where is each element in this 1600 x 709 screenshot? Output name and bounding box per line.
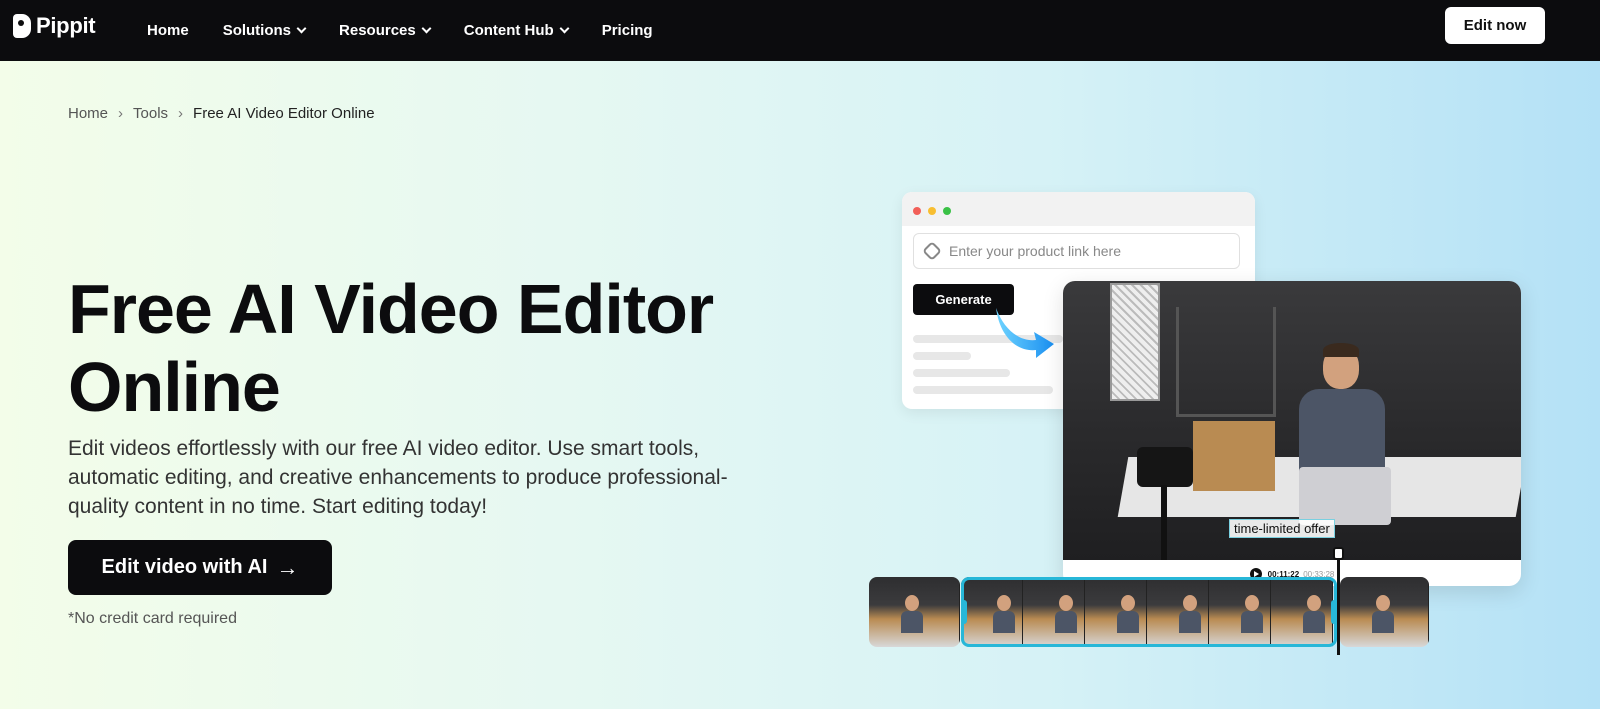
breadcrumb-home[interactable]: Home — [68, 105, 108, 122]
hero-description: Edit videos effortlessly with our free A… — [68, 437, 728, 518]
blue-arrow-icon — [996, 308, 1054, 358]
main-menu: Home Solutions Resources Content Hub Pri… — [147, 0, 687, 61]
brand-logo[interactable]: Pippit — [13, 13, 96, 39]
placeholder-line — [913, 369, 1010, 377]
breadcrumb-current: Free AI Video Editor Online — [193, 105, 375, 122]
clip-selection-outline — [961, 577, 1337, 647]
clip-thumbnail — [1340, 577, 1429, 647]
chevron-right-icon: › — [118, 105, 124, 122]
clip-thumbnail — [869, 577, 960, 647]
edit-video-with-ai-button[interactable]: Edit video with AI → — [68, 540, 332, 595]
nav-solutions[interactable]: Solutions — [223, 22, 307, 39]
nav-pricing[interactable]: Pricing — [602, 22, 653, 39]
top-nav: Pippit Home Solutions Resources Content … — [0, 0, 1600, 61]
placeholder-line — [913, 386, 1053, 394]
edit-now-button[interactable]: Edit now — [1445, 7, 1545, 44]
product-link-placeholder: Enter your product link here — [949, 243, 1121, 259]
shelf — [1176, 307, 1276, 417]
laptop — [1299, 467, 1391, 525]
nav-home[interactable]: Home — [147, 22, 189, 39]
chevron-right-icon: › — [178, 105, 184, 122]
pippit-logo-icon — [13, 14, 31, 38]
camera — [1137, 447, 1193, 487]
chevron-down-icon — [559, 23, 570, 34]
link-icon — [922, 241, 942, 261]
tripod — [1161, 485, 1167, 560]
timeline-clip-left[interactable] — [869, 577, 960, 647]
product-link-input[interactable]: Enter your product link here — [913, 233, 1240, 269]
chevron-down-icon — [421, 23, 432, 34]
arrow-right-icon: → — [276, 554, 299, 580]
softbox-light — [1110, 283, 1160, 401]
maximize-dot-icon — [943, 207, 951, 215]
nav-resources[interactable]: Resources — [339, 22, 432, 39]
nav-content-hub[interactable]: Content Hub — [464, 22, 570, 39]
playhead[interactable] — [1337, 548, 1340, 655]
minimize-dot-icon — [928, 207, 936, 215]
timeline-clip-right[interactable] — [1340, 577, 1429, 647]
placeholder-line — [913, 352, 971, 360]
page-title: Free AI Video Editor Online — [68, 270, 714, 426]
breadcrumb: Home › Tools › Free AI Video Editor Onli… — [68, 105, 375, 122]
video-editor-preview: time-limited offer 00:11:22 00:33:28 — [1063, 281, 1521, 586]
presenter — [1293, 343, 1389, 487]
breadcrumb-tools[interactable]: Tools — [133, 105, 168, 122]
cardboard-box — [1193, 421, 1275, 491]
chevron-down-icon — [296, 23, 307, 34]
caption-text-box[interactable]: time-limited offer — [1229, 519, 1335, 538]
video-frame: time-limited offer — [1063, 281, 1521, 560]
playhead-handle[interactable] — [1333, 547, 1344, 560]
cta-label: Edit video with AI — [101, 556, 268, 578]
no-credit-card-note: *No credit card required — [68, 610, 237, 627]
brand-name: Pippit — [36, 13, 96, 38]
browser-bar — [902, 192, 1255, 226]
trim-handle-left[interactable] — [961, 600, 967, 624]
close-dot-icon — [913, 207, 921, 215]
